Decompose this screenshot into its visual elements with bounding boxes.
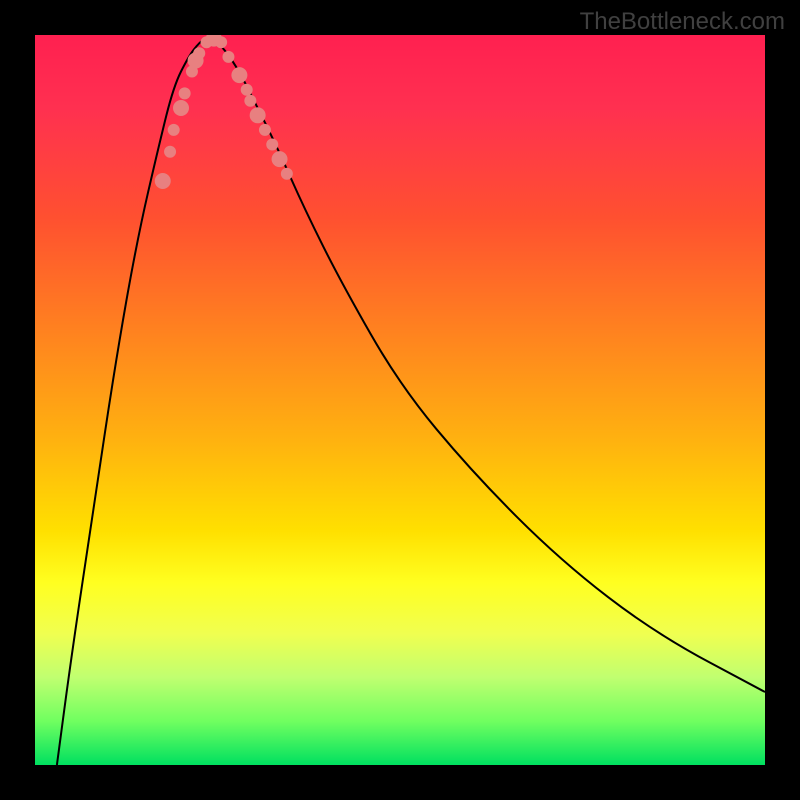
data-point <box>179 87 191 99</box>
data-point <box>215 36 227 48</box>
watermark-text: TheBottleneck.com <box>580 8 785 36</box>
data-point <box>222 51 234 63</box>
data-points-group <box>155 35 293 189</box>
data-point <box>250 107 266 123</box>
data-point <box>168 124 180 136</box>
data-point <box>155 173 171 189</box>
chart-svg <box>35 35 765 765</box>
data-point <box>231 67 247 83</box>
data-point <box>173 100 189 116</box>
data-point <box>241 84 253 96</box>
data-point <box>193 47 205 59</box>
data-point <box>164 146 176 158</box>
data-point <box>266 139 278 151</box>
data-point <box>259 124 271 136</box>
data-point <box>281 168 293 180</box>
data-point <box>244 95 256 107</box>
data-point <box>272 151 288 167</box>
bottleneck-curve <box>57 37 765 765</box>
chart-plot-area <box>35 35 765 765</box>
